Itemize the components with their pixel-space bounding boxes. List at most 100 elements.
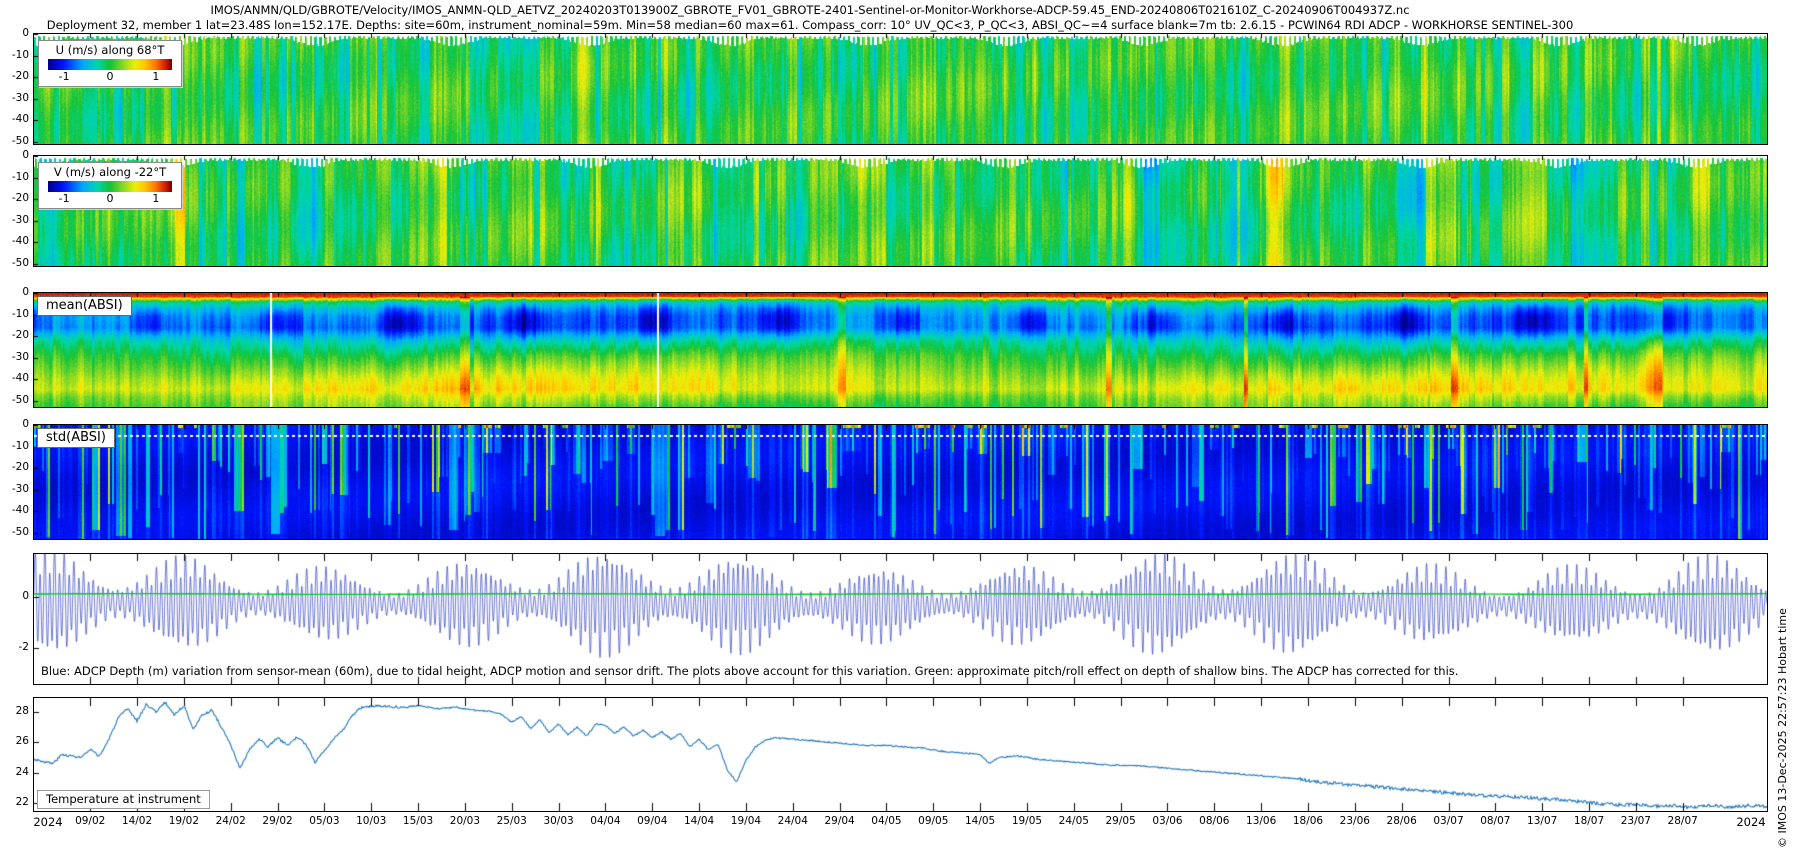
x-axis-year-label: 2024 <box>33 815 63 829</box>
x-axis-date-label: 13/07 <box>1527 815 1558 827</box>
x-axis-date-label: 14/02 <box>121 815 153 827</box>
mean-absi-heatmap <box>34 293 1767 407</box>
std-absi-label: std(ABSI) <box>37 428 115 448</box>
y-tick-label: -50 <box>11 134 29 147</box>
v-legend-title: V (m/s) along -22°T <box>53 165 167 179</box>
panel-mean-absi: mean(ABSI) <box>33 292 1768 408</box>
figure-title-deployment: Deployment 32, member 1 lat=23.48S lon=1… <box>46 18 1574 32</box>
x-axis-date-label: 03/07 <box>1433 815 1464 827</box>
x-axis-date-label: 04/05 <box>871 815 902 827</box>
colorbar-tick: 1 <box>152 70 160 83</box>
panel-depth-variation: Blue: ADCP Depth (m) variation from sens… <box>33 553 1768 685</box>
x-axis-date-label: 13/06 <box>1246 815 1277 827</box>
y-tick-label: 28 <box>15 704 29 717</box>
x-axis-date-label: 23/06 <box>1339 815 1370 827</box>
temperature-label: Temperature at instrument <box>37 790 210 809</box>
u-colorbar-ticks: -1 0 1 <box>48 70 172 83</box>
panel-u-velocity: U (m/s) along 68°T -1 0 1 <box>33 33 1768 145</box>
x-axis-date-label: 23/07 <box>1620 815 1651 827</box>
x-axis-date-label: 19/02 <box>168 815 200 827</box>
y-tick-label: 0 <box>22 149 29 161</box>
x-axis-date-label: 19/05 <box>1011 815 1043 827</box>
y-tick-label: -40 <box>11 235 29 248</box>
x-axis-date-label: 09/04 <box>637 815 668 827</box>
x-axis-date-label: 20/03 <box>449 815 481 827</box>
y-tick-label: 0 <box>22 418 29 430</box>
v-colorbar <box>48 181 172 192</box>
y-tick-label: -10 <box>11 307 29 320</box>
colorbar-tick: 0 <box>106 70 114 83</box>
y-tick-label: -20 <box>11 70 29 83</box>
x-axis-date-label: 19/04 <box>730 815 762 827</box>
y-tick-label: -40 <box>11 504 29 517</box>
x-axis-date-label: 18/06 <box>1292 815 1324 827</box>
y-tick-label: -10 <box>11 48 29 61</box>
y-tick-label: -30 <box>11 482 29 495</box>
x-axis-date-label: 15/03 <box>402 815 434 827</box>
colorbar-tick: 0 <box>106 192 114 205</box>
x-axis-year-label: 2024 <box>1736 815 1766 829</box>
y-tick-label: -2 <box>18 641 29 654</box>
x-axis-date-label: 03/06 <box>1152 815 1183 827</box>
y-tick-label: -40 <box>11 372 29 385</box>
x-axis-date-label: 05/03 <box>309 815 340 827</box>
x-axis-date-label: 29/05 <box>1105 815 1136 827</box>
y-tick-label: -10 <box>11 439 29 452</box>
y-tick-label: 0 <box>22 286 29 298</box>
x-axis-date-label: 09/05 <box>918 815 949 827</box>
panel-temperature: Temperature at instrument <box>33 697 1768 812</box>
y-tick-label: -50 <box>11 256 29 269</box>
x-axis-date-label: 29/02 <box>262 815 293 827</box>
temperature-plot <box>34 698 1767 811</box>
u-legend-title: U (m/s) along 68°T <box>55 43 165 57</box>
y-tick-label: -50 <box>11 393 29 406</box>
y-tick-label: -20 <box>11 461 29 474</box>
y-tick-label: -20 <box>11 192 29 205</box>
y-tick-label: -50 <box>11 525 29 538</box>
imos-copyright-vertical-text: © IMOS 13-Dec-2025 22:57:23 Hobart time <box>1776 608 1789 848</box>
adcp-figure: IMOS/ANMN/QLD/GBROTE/Velocity/IMOS_ANMN-… <box>0 0 1800 850</box>
figure-title-filename: IMOS/ANMN/QLD/GBROTE/Velocity/IMOS_ANMN-… <box>210 3 1410 17</box>
y-tick-label: -30 <box>11 91 29 104</box>
depth-variation-caption: Blue: ADCP Depth (m) variation from sens… <box>41 664 1459 678</box>
panel-v-velocity: V (m/s) along -22°T -1 0 1 <box>33 155 1768 267</box>
x-axis-date-label: 29/04 <box>824 815 855 827</box>
u-velocity-heatmap <box>34 34 1767 144</box>
x-axis-date-label: 08/07 <box>1480 815 1511 827</box>
y-tick-label: -10 <box>11 170 29 183</box>
v-colorbar-legend: V (m/s) along -22°T -1 0 1 <box>38 162 182 209</box>
x-axis-date-label: 28/06 <box>1386 815 1417 827</box>
y-tick-label: 22 <box>15 796 29 809</box>
y-tick-label: 0 <box>22 27 29 39</box>
x-axis-date-label: 30/03 <box>543 815 574 827</box>
y-tick-label: 26 <box>15 735 29 748</box>
x-axis-date-label: 14/05 <box>964 815 996 827</box>
x-axis-date-label: 24/04 <box>777 815 808 827</box>
x-axis-date-label: 28/07 <box>1667 815 1698 827</box>
u-colorbar <box>48 59 172 70</box>
y-tick-label: 24 <box>15 765 29 778</box>
std-absi-heatmap <box>34 425 1767 539</box>
x-axis-date-label: 25/03 <box>496 815 527 827</box>
x-axis-date-label: 14/04 <box>683 815 715 827</box>
v-colorbar-ticks: -1 0 1 <box>48 192 172 205</box>
x-axis-date-label: 18/07 <box>1573 815 1605 827</box>
colorbar-tick: -1 <box>58 70 70 83</box>
x-axis-date-label: 24/05 <box>1058 815 1089 827</box>
y-tick-label: -30 <box>11 213 29 226</box>
x-axis-date-label: 24/02 <box>215 815 246 827</box>
y-tick-label: -40 <box>11 113 29 126</box>
colorbar-tick: -1 <box>58 192 70 205</box>
u-colorbar-legend: U (m/s) along 68°T -1 0 1 <box>38 40 182 87</box>
y-tick-label: -30 <box>11 350 29 363</box>
mean-absi-label: mean(ABSI) <box>37 296 132 316</box>
y-tick-label: 0 <box>22 590 29 603</box>
v-velocity-heatmap <box>34 156 1767 266</box>
y-tick-label: -20 <box>11 329 29 342</box>
x-axis-date-label: 04/04 <box>590 815 621 827</box>
panel-std-absi: std(ABSI) <box>33 424 1768 540</box>
colorbar-tick: 1 <box>152 192 160 205</box>
x-axis-date-label: 09/02 <box>75 815 106 827</box>
x-axis-date-label: 10/03 <box>356 815 387 827</box>
x-axis-date-label: 08/06 <box>1199 815 1230 827</box>
